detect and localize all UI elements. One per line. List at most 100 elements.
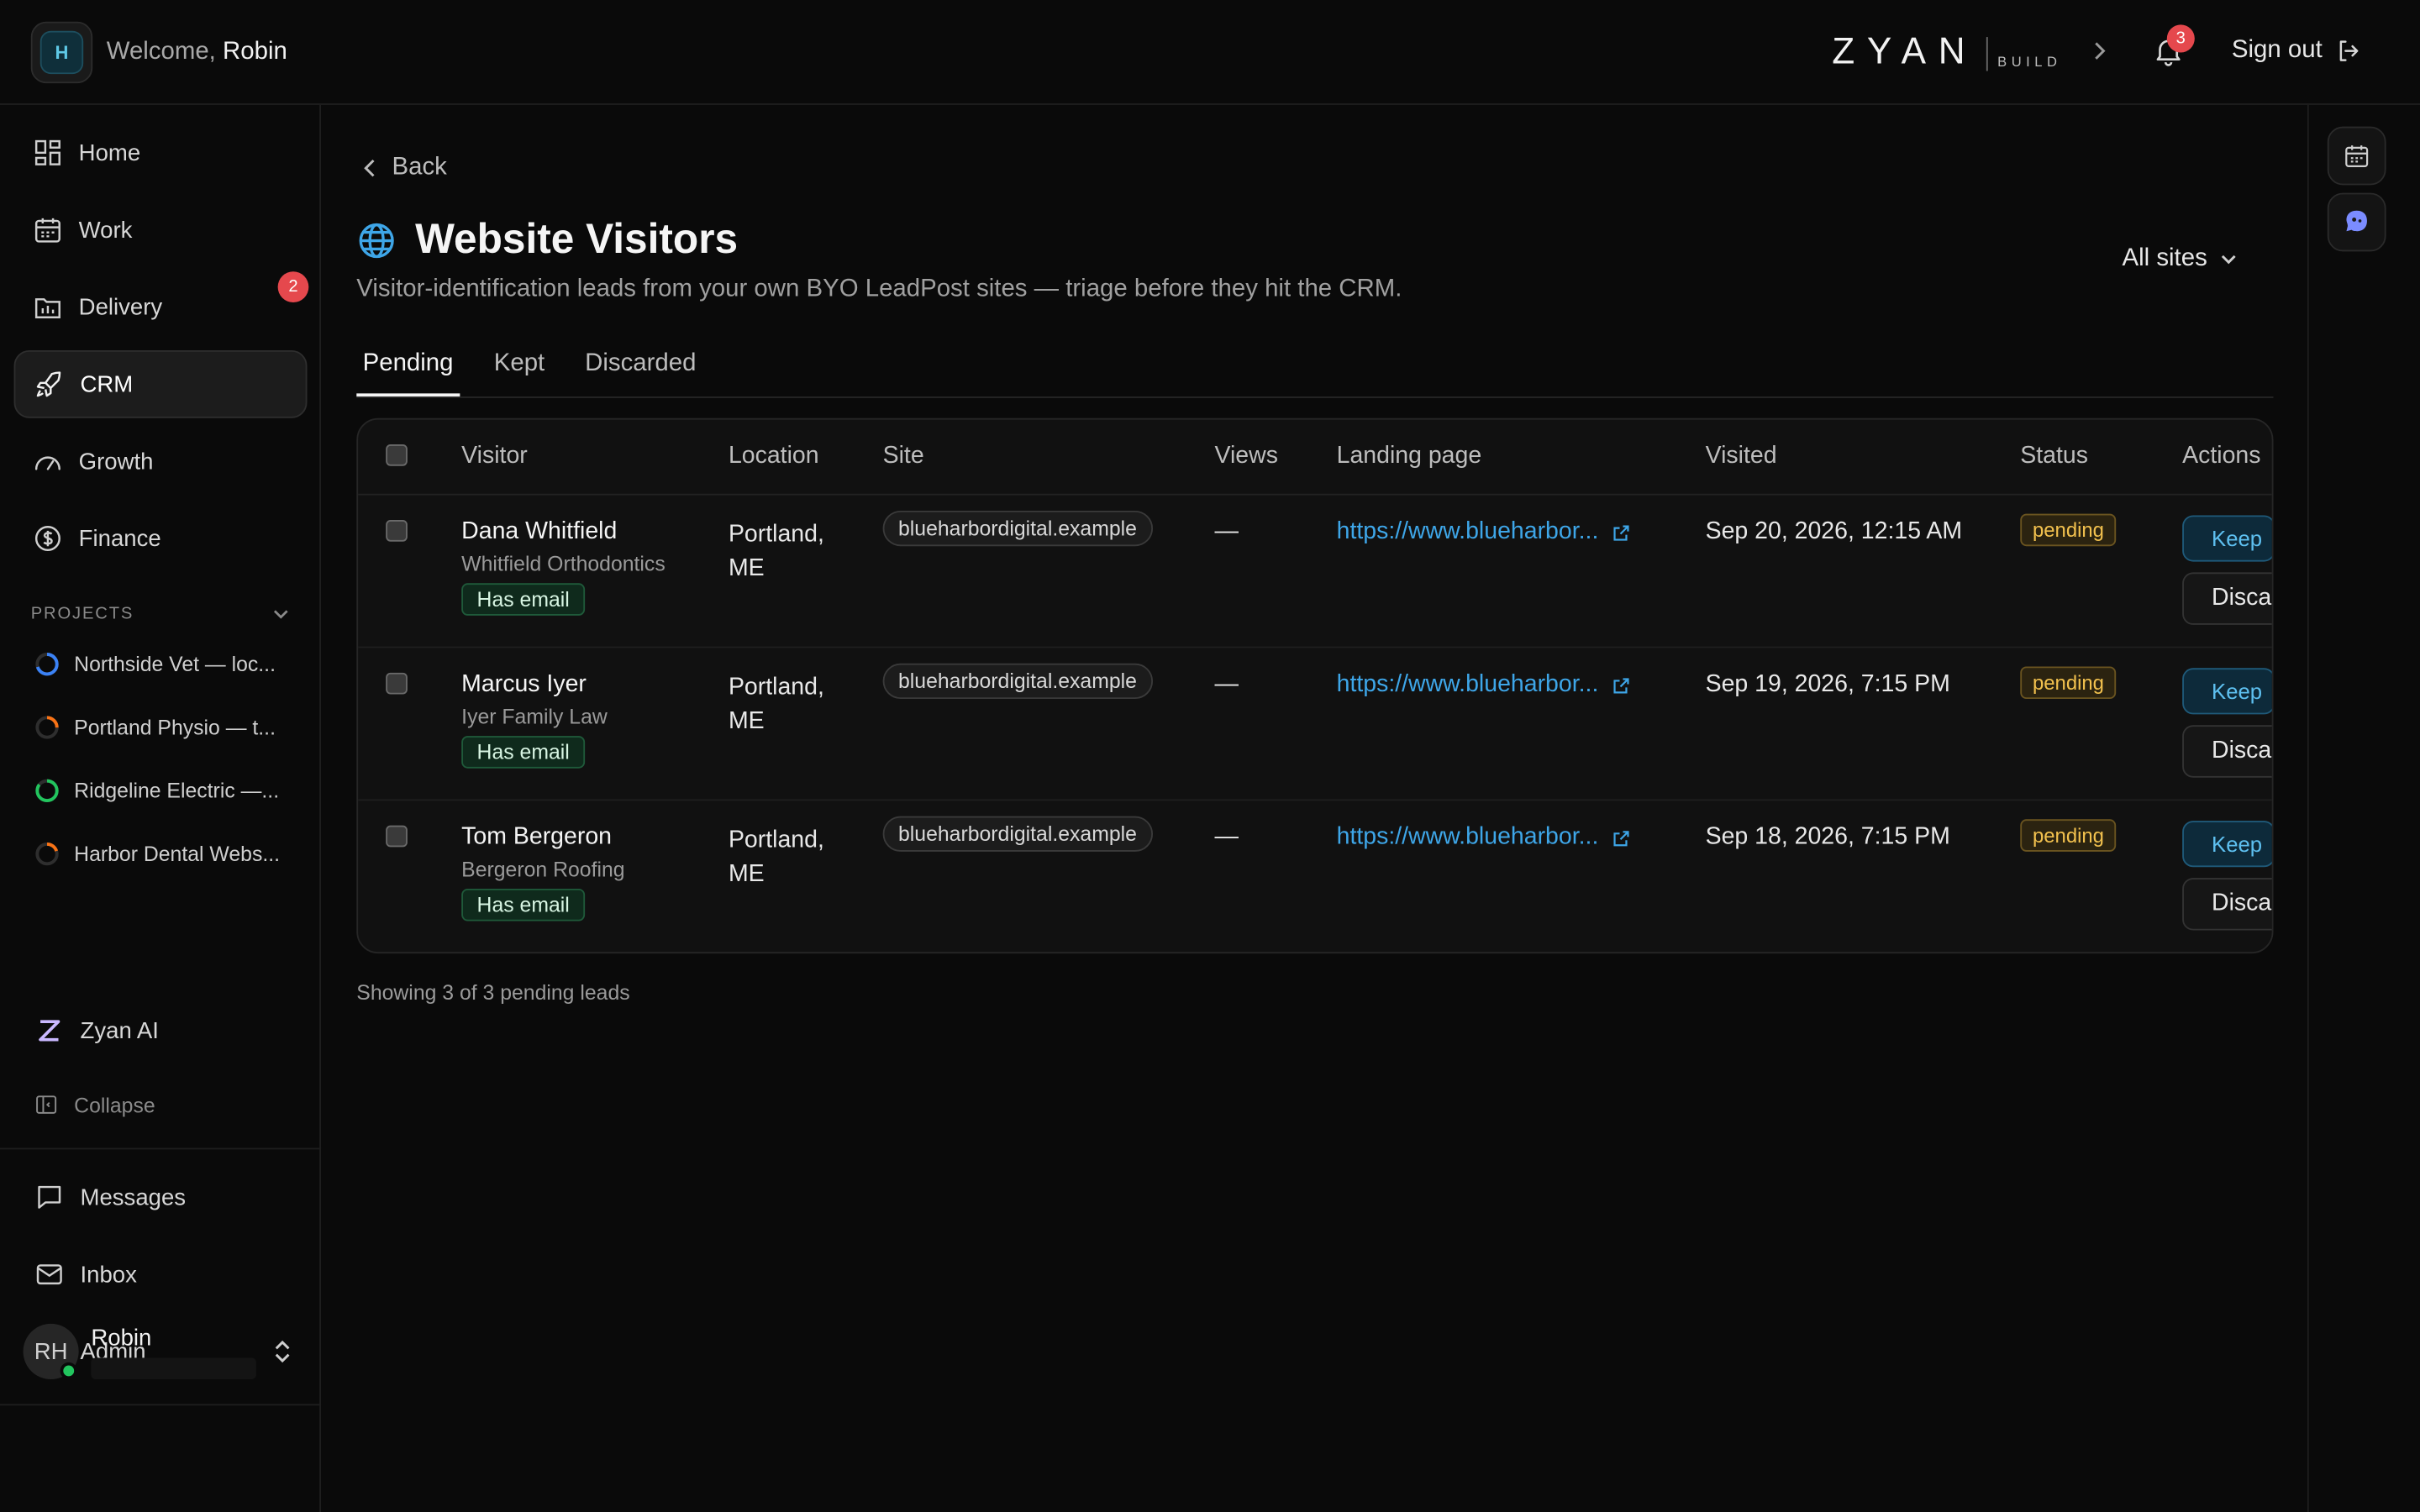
project-label: Portland Physio — t... bbox=[74, 716, 276, 739]
calendar-icon bbox=[2345, 145, 2369, 168]
table-row[interactable]: Marcus Iyer Iyer Family Law Has email Po… bbox=[358, 648, 2272, 801]
chevron-up-down-icon bbox=[275, 1340, 290, 1363]
top-bar: H Welcome, Robin ZYAN BUILD 3 Sign out bbox=[0, 0, 2420, 105]
back-button[interactable]: Back bbox=[363, 155, 447, 182]
tab-pending[interactable]: Pending bbox=[363, 350, 454, 378]
project-label: Northside Vet — loc... bbox=[74, 652, 276, 676]
online-status-dot bbox=[60, 1362, 77, 1380]
keep-button[interactable]: Keep bbox=[2182, 821, 2272, 868]
status-cell: pending bbox=[2020, 513, 2117, 547]
keep-button[interactable]: Keep bbox=[2182, 515, 2272, 562]
column-header-views[interactable]: Views bbox=[1215, 443, 1278, 470]
status-badge: pending bbox=[2020, 513, 2117, 547]
brand-word: ZYAN bbox=[1832, 30, 1978, 73]
mail-icon bbox=[36, 1264, 62, 1285]
column-header-visited[interactable]: Visited bbox=[1706, 443, 1777, 470]
chevron-right-icon[interactable] bbox=[2090, 40, 2108, 62]
visited-cell: Sep 19, 2026, 7:15 PM bbox=[1705, 670, 1950, 698]
sidebar-item-crm[interactable]: CRM bbox=[13, 349, 308, 418]
rail-ai-assistant-button[interactable] bbox=[2327, 192, 2386, 252]
has-email-tag: Has email bbox=[461, 736, 586, 769]
select-all-checkbox[interactable] bbox=[386, 444, 408, 466]
back-label: Back bbox=[392, 154, 447, 181]
sidebar-collapse-icon bbox=[36, 1095, 57, 1114]
progress-ring-icon bbox=[35, 842, 59, 866]
site-pill: blueharbordigital.example bbox=[882, 663, 1153, 700]
sidebar-item-messages[interactable]: Messages bbox=[34, 1182, 186, 1213]
tab-kept[interactable]: Kept bbox=[494, 350, 544, 378]
column-header-status[interactable]: Status bbox=[2020, 443, 2088, 470]
has-email-tag: Has email bbox=[461, 888, 586, 921]
sidebar-item-label: Delivery bbox=[78, 293, 163, 321]
table-row[interactable]: Dana Whitfield Whitfield Orthodontics Ha… bbox=[358, 496, 2272, 648]
workspace-switcher[interactable]: H bbox=[30, 21, 93, 84]
row-checkbox[interactable] bbox=[386, 825, 408, 848]
project-item[interactable]: Northside Vet — loc... bbox=[34, 651, 296, 677]
status-cell: pending bbox=[2020, 666, 2117, 700]
column-header-landing-page[interactable]: Landing page bbox=[1337, 443, 1482, 470]
globe-icon bbox=[359, 223, 394, 258]
tab-discarded[interactable]: Discarded bbox=[585, 350, 696, 378]
visitor-company: Bergeron Roofing bbox=[461, 858, 625, 881]
landing-page-link[interactable]: https://www.blueharbor... bbox=[1337, 824, 1631, 852]
keep-button[interactable]: Keep bbox=[2182, 668, 2272, 715]
sign-out-button[interactable]: Sign out bbox=[2232, 37, 2363, 65]
location-city: Portland, bbox=[728, 521, 824, 549]
discard-button[interactable]: Discard bbox=[2182, 572, 2272, 625]
location-cell: Portland, ME bbox=[729, 824, 824, 892]
discard-button[interactable]: Discard bbox=[2182, 878, 2272, 931]
progress-ring-icon bbox=[35, 653, 59, 676]
table-row[interactable]: Tom Bergeron Bergeron Roofing Has email … bbox=[358, 801, 2272, 952]
sidebar-item-delivery[interactable]: Delivery bbox=[14, 273, 308, 341]
message-square-icon bbox=[38, 1185, 61, 1209]
sidebar-item-work[interactable]: Work bbox=[14, 196, 308, 264]
sidebar-item-finance[interactable]: Finance bbox=[14, 505, 308, 573]
zyan-ai-button[interactable]: Zyan AI bbox=[34, 1016, 159, 1047]
visitors-table: Visitor Location Site Views Landing page… bbox=[356, 417, 2274, 954]
project-label: Ridgeline Electric —... bbox=[74, 779, 280, 803]
visitor-name: Marcus Iyer bbox=[461, 670, 587, 698]
sidebar-item-label: Home bbox=[78, 139, 141, 166]
column-header-visitor[interactable]: Visitor bbox=[461, 443, 528, 470]
row-checkbox[interactable] bbox=[386, 519, 408, 542]
landing-page-link[interactable]: https://www.blueharbor... bbox=[1337, 518, 1631, 546]
status-badge: pending bbox=[2020, 666, 2117, 700]
collapse-label: Collapse bbox=[74, 1093, 155, 1116]
sidebar-item-label: Finance bbox=[78, 525, 161, 552]
welcome-text: Welcome, Robin bbox=[107, 39, 287, 66]
site-pill: blueharbordigital.example bbox=[882, 816, 1153, 852]
chevron-down-icon bbox=[273, 610, 288, 619]
row-checkbox[interactable] bbox=[386, 672, 408, 695]
project-item[interactable]: Portland Physio — t... bbox=[34, 714, 296, 740]
logout-icon bbox=[2339, 40, 2358, 61]
brand-logo[interactable]: ZYAN BUILD bbox=[1832, 30, 2061, 73]
views-cell: — bbox=[1214, 518, 1239, 545]
column-header-location[interactable]: Location bbox=[729, 443, 819, 470]
sidebar-item-inbox[interactable]: Inbox bbox=[34, 1259, 137, 1290]
project-item[interactable]: Harbor Dental Webs... bbox=[34, 841, 296, 867]
visited-cell: Sep 18, 2026, 7:15 PM bbox=[1705, 823, 1950, 851]
projects-section-header[interactable]: PROJECTS bbox=[31, 605, 291, 623]
location-state: ME bbox=[728, 708, 765, 735]
location-cell: Portland, ME bbox=[729, 671, 824, 739]
sidebar-item-home[interactable]: Home bbox=[14, 118, 308, 186]
site-filter-dropdown[interactable]: All sites bbox=[2123, 245, 2238, 273]
collapse-sidebar-button[interactable]: Collapse bbox=[34, 1092, 155, 1116]
landing-page-link[interactable]: https://www.blueharbor... bbox=[1337, 671, 1631, 699]
column-header-site[interactable]: Site bbox=[883, 443, 924, 470]
sidebar-item-growth[interactable]: Growth bbox=[14, 428, 308, 496]
visitor-company: Whitfield Orthodontics bbox=[461, 552, 666, 576]
page-subtitle: Visitor-identification leads from your o… bbox=[356, 276, 1402, 303]
user-subtitle bbox=[91, 1357, 256, 1380]
calendar-icon bbox=[34, 218, 60, 243]
landing-page-url: https://www.blueharbor... bbox=[1336, 823, 1599, 851]
discard-button[interactable]: Discard bbox=[2182, 725, 2272, 778]
project-item[interactable]: Ridgeline Electric —... bbox=[34, 778, 296, 804]
progress-ring-icon bbox=[35, 716, 59, 739]
sidebar-item-label: Inbox bbox=[80, 1261, 137, 1288]
rail-calendar-button[interactable] bbox=[2327, 126, 2386, 186]
welcome-user: Robin bbox=[223, 38, 287, 66]
visitor-name: Dana Whitfield bbox=[461, 518, 618, 545]
sidebar-divider bbox=[0, 1147, 322, 1150]
sidebar-item-label: Messages bbox=[80, 1184, 187, 1210]
